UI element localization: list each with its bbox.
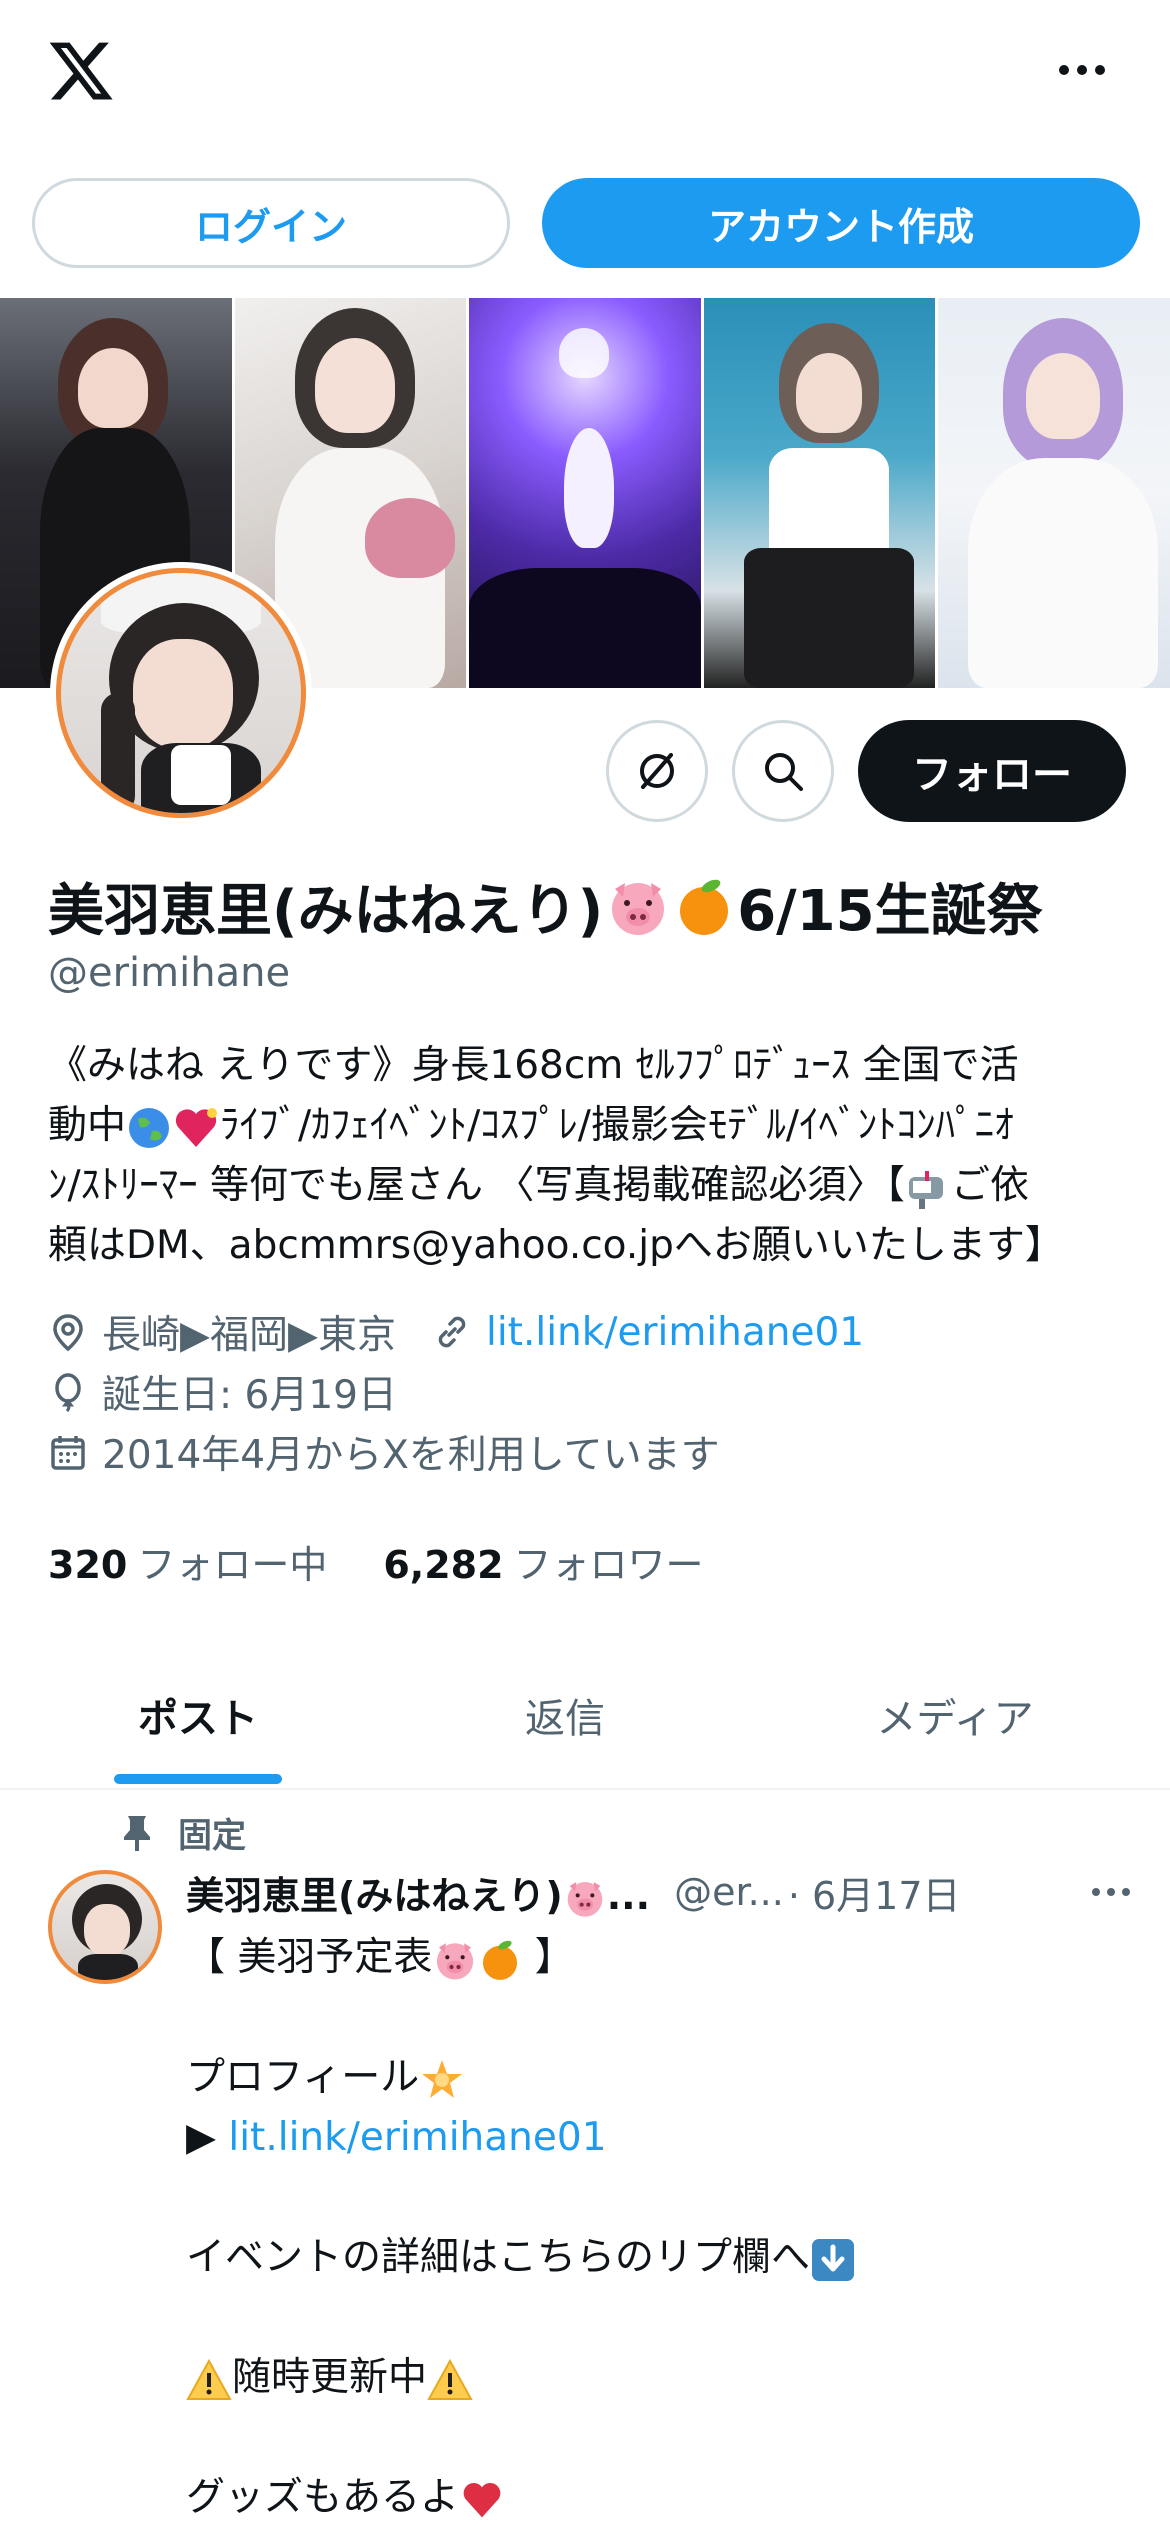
follow-button[interactable]: フォロー: [858, 720, 1126, 822]
post-author-name[interactable]: 美羽恵里(みはねえり)...: [186, 1865, 650, 1920]
birthday-text: 誕生日: 6月19日: [102, 1373, 397, 1418]
banner-photo-3: [469, 298, 704, 688]
tab-replies[interactable]: 返信: [415, 1640, 715, 1790]
search-button[interactable]: [732, 720, 834, 822]
joined-text: 2014年4月からXを利用しています: [102, 1433, 720, 1478]
location-text: 長崎▶福岡▶東京: [102, 1313, 396, 1358]
post-line-profile: プロフィール: [186, 2048, 1136, 2108]
pin-icon: [124, 1815, 150, 1851]
post-header: 美羽恵里(みはねえり)... @er... · 6月17日: [186, 1862, 1136, 1922]
following-count: 320: [48, 1543, 128, 1587]
profile-meta-joined: 2014年4月からXを利用しています: [48, 1424, 720, 1480]
post-line-event: イベントの詳細はこちらのリプ欄へ: [186, 2228, 1136, 2288]
pinned-text: 固定: [178, 1816, 246, 1856]
post-profile-text: プロフィール: [186, 2055, 420, 2100]
orange-emoji-icon: [483, 1940, 518, 1980]
post-author-avatar[interactable]: [48, 1870, 162, 1984]
post-title-open: 【 美羽予定表: [186, 1935, 433, 1980]
glowing-star-emoji-icon: [422, 2059, 463, 2098]
tab-posts[interactable]: ポスト: [48, 1640, 348, 1790]
pig-emoji-icon: [567, 1882, 603, 1917]
post-event-text: イベントの詳細はこちらのリプ欄へ: [186, 2235, 811, 2280]
post-title-close: 】: [522, 1935, 574, 1980]
followers-label: フォロワー: [513, 1543, 704, 1587]
post-line-update: 随時更新中: [186, 2348, 1136, 2408]
link-icon: [438, 1316, 466, 1348]
bio-line-1: 《みはね えりです》身長168cm ｾﾙﾌﾌﾟﾛﾃﾞｭｰｽ 全国で活: [48, 1043, 1019, 1088]
profile-meta-location: 長崎▶福岡▶東京 lit.link/erimihane01: [48, 1304, 864, 1360]
banner-photo-4: [703, 298, 939, 688]
profile-name-text: 美羽恵里(みはねえり): [48, 879, 604, 944]
following-stat[interactable]: 320 フォロー中: [48, 1534, 327, 1589]
search-icon: [765, 753, 803, 791]
profile-handle: @erimihane: [48, 950, 291, 996]
calendar-icon: [51, 1436, 85, 1470]
globe-emoji-icon: [129, 1107, 170, 1148]
create-account-button[interactable]: アカウント作成: [542, 178, 1140, 268]
post-line-blank: [186, 2288, 1136, 2348]
post-line-title: 【 美羽予定表 】: [186, 1928, 1136, 1988]
heart-emoji-icon: [175, 1107, 218, 1147]
mailbox-emoji-icon: [908, 1170, 943, 1209]
profile-tabs: ポスト 返信 メディア: [0, 1640, 1170, 1790]
pig-emoji-icon: [437, 1942, 474, 1980]
down-arrow-emoji-icon: [812, 2238, 855, 2281]
profile-name: 美羽恵里(みはねえり) 6/15生誕祭: [48, 866, 1043, 947]
profile-avatar[interactable]: [50, 562, 312, 824]
profile-bio: 《みはね えりです》身長168cm ｾﾙﾌﾌﾟﾛﾃﾞｭｰｽ 全国で活 動中 ﾗｲﾌ…: [48, 1036, 1138, 1276]
profile-actions: フォロー: [606, 720, 1126, 824]
post-update-text: 随時更新中: [232, 2355, 428, 2400]
top-bar: [0, 0, 1170, 150]
post-body: 【 美羽予定表 】 プロフィール ▶ lit.link/erimihane01 …: [186, 1928, 1136, 2528]
post-line-blank: [186, 2168, 1136, 2228]
bio-line-2: 動中 ﾗｲﾌﾞ/ｶﾌｪｲﾍﾞﾝﾄ/ｺｽﾌﾟﾚ/撮影会ﾓﾃﾞﾙ/ｲﾍﾞﾝﾄｺﾝﾊﾟﾆ…: [48, 1096, 1138, 1156]
post-line-goods: グッズもあるよ: [186, 2468, 1136, 2528]
balloon-icon: [55, 1373, 81, 1412]
pinned-label: 固定: [120, 1808, 246, 1857]
tab-media[interactable]: メディア: [800, 1640, 1110, 1790]
avatar-image: [56, 568, 306, 818]
bio-line-4: 頼はDM、abcmmrs@yahoo.co.jpへお願いいたします】: [48, 1223, 1064, 1268]
post-goods-text: グッズもあるよ: [186, 2475, 460, 2520]
pig-emoji-icon: [612, 882, 665, 935]
orange-emoji-icon: [680, 879, 729, 935]
bio-line-2-rest: ﾗｲﾌﾞ/ｶﾌｪｲﾍﾞﾝﾄ/ｺｽﾌﾟﾚ/撮影会ﾓﾃﾞﾙ/ｲﾍﾞﾝﾄｺﾝﾊﾟﾆｵ: [220, 1103, 1014, 1148]
profile-name-suffix: 6/15生誕祭: [737, 879, 1043, 944]
location-icon: [53, 1314, 83, 1352]
post-arrow: ▶: [186, 2115, 229, 2160]
following-label: フォロー中: [137, 1543, 328, 1587]
more-icon[interactable]: [1052, 50, 1112, 90]
followers-count: 6,282: [383, 1543, 504, 1587]
login-button[interactable]: ログイン: [32, 178, 510, 268]
grok-button[interactable]: [606, 720, 708, 822]
profile-meta-birthday: 誕生日: 6月19日: [48, 1364, 397, 1420]
post-author-name-text: 美羽恵里(みはねえり): [186, 1873, 563, 1918]
post-author-handle: @er...: [674, 1870, 784, 1914]
post-more-icon[interactable]: [1086, 1872, 1136, 1912]
post-line-link: ▶ lit.link/erimihane01: [186, 2108, 1136, 2168]
followers-stat[interactable]: 6,282 フォロワー: [383, 1534, 703, 1589]
warning-emoji-icon: [427, 2358, 473, 2400]
bio-line-3-end: ご依: [950, 1163, 1029, 1208]
grok-icon: [640, 753, 674, 789]
post-date[interactable]: · 6月17日: [788, 1865, 961, 1920]
active-tab-indicator: [114, 1774, 282, 1784]
bio-line-3: ﾝ/ｽﾄﾘｰﾏｰ 等何でも屋さん 〈写真掲載確認必須〉【 ご依: [48, 1156, 1138, 1216]
post-line-blank: [186, 1988, 1136, 2048]
post-author-ellipsis: ...: [606, 1873, 651, 1918]
auth-buttons: ログイン アカウント作成: [32, 178, 1140, 270]
bio-line-2-prefix: 動中: [48, 1103, 127, 1148]
post-link[interactable]: lit.link/erimihane01: [228, 2115, 606, 2160]
profile-stats: 320 フォロー中 6,282 フォロワー: [48, 1534, 704, 1589]
banner-photo-5: [938, 298, 1170, 688]
warning-emoji-icon: [186, 2358, 232, 2400]
post-line-blank: [186, 2408, 1136, 2468]
bio-line-3-text: ﾝ/ｽﾄﾘｰﾏｰ 等何でも屋さん 〈写真掲載確認必須〉【: [48, 1163, 905, 1208]
website-link[interactable]: lit.link/erimihane01: [486, 1310, 864, 1355]
x-logo-icon[interactable]: [44, 36, 118, 106]
red-heart-emoji-icon: [463, 2482, 501, 2517]
